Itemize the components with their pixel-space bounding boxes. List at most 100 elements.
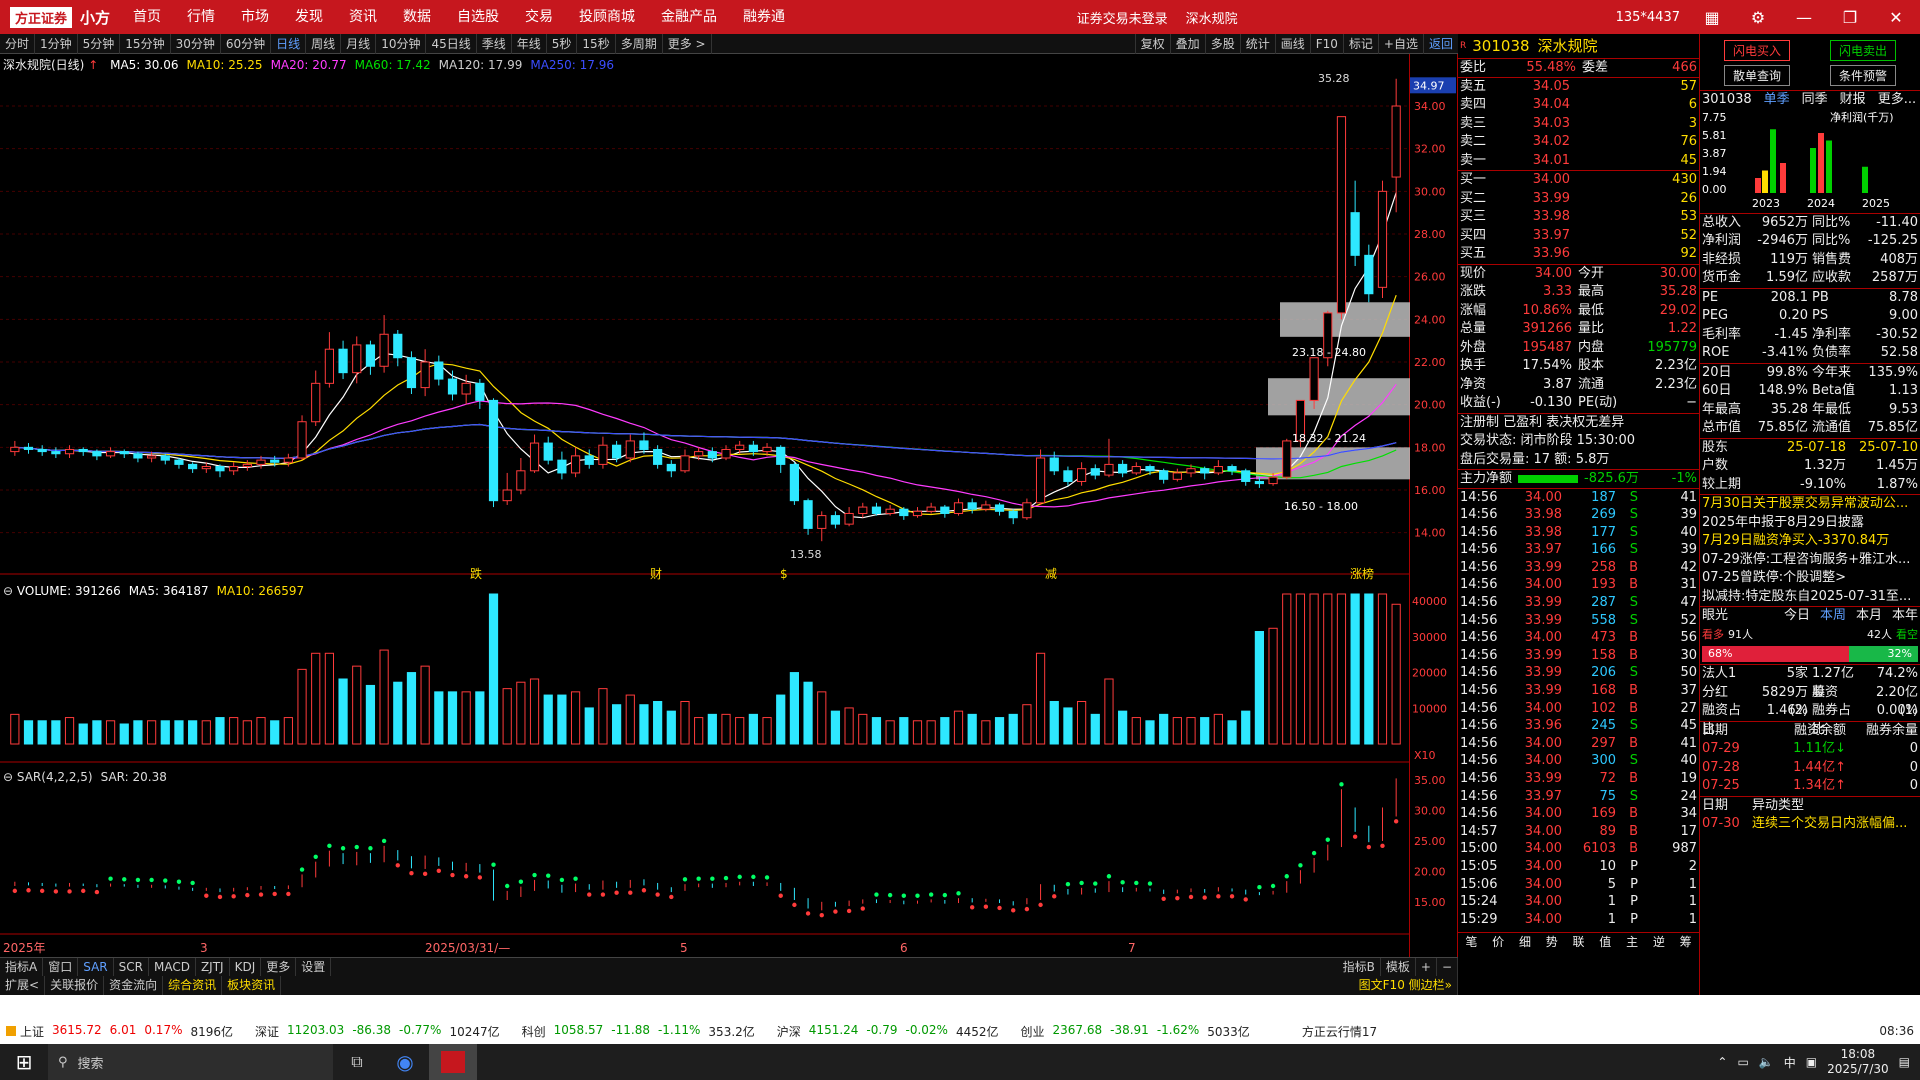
candle[interactable] <box>488 398 499 508</box>
candle[interactable] <box>434 355 444 386</box>
ticks-tab-8[interactable]: 筹 <box>1672 933 1699 950</box>
account-id[interactable]: 135*4437 <box>1616 10 1680 25</box>
candle[interactable] <box>51 447 61 458</box>
candle[interactable] <box>912 507 923 518</box>
candle[interactable] <box>447 370 458 401</box>
candle[interactable] <box>967 498 977 514</box>
net-profit-chart[interactable]: 7.75 5.81 3.87 1.94 0.00 净利润(千万) 2023 2024 2025 <box>1700 109 1920 210</box>
tray-up-icon[interactable]: ⌃ <box>1717 1055 1727 1069</box>
fin-tab-2[interactable]: 财报 <box>1840 91 1866 109</box>
candle[interactable] <box>1131 462 1141 476</box>
candle[interactable] <box>1077 462 1087 486</box>
candle[interactable] <box>393 330 403 367</box>
candle[interactable] <box>119 449 129 458</box>
period-tab-12[interactable]: 年线 <box>512 33 547 54</box>
indicator-tab-right-3[interactable]: − <box>1437 957 1458 977</box>
period-tab-10[interactable]: 45日线 <box>426 33 477 54</box>
candle[interactable] <box>1063 466 1073 486</box>
founder-app-icon[interactable] <box>429 1044 477 1080</box>
indicator-tab-7[interactable]: 更多 <box>261 957 297 977</box>
sentiment-tab-3[interactable]: 本年 <box>1892 607 1918 626</box>
period-tab-8[interactable]: 月线 <box>341 33 377 54</box>
nav-item-1[interactable]: 行情 <box>174 0 228 34</box>
login-status[interactable]: 证券交易未登录 <box>1077 8 1168 27</box>
toggle-icon[interactable]: ⊖ <box>3 770 17 784</box>
candle[interactable] <box>940 504 950 518</box>
nav-item-7[interactable]: 交易 <box>512 0 566 34</box>
candle[interactable] <box>830 511 841 529</box>
candle[interactable] <box>78 447 88 456</box>
candle[interactable] <box>1200 466 1210 480</box>
ticks-tab-6[interactable]: 主 <box>1619 933 1646 950</box>
extension-tab-2[interactable]: 资金流向 <box>104 976 164 995</box>
sentiment-tab-0[interactable]: 今日 <box>1784 607 1810 626</box>
nav-item-9[interactable]: 金融产品 <box>648 0 730 34</box>
candle[interactable] <box>242 460 252 471</box>
ticks-tab-2[interactable]: 细 <box>1512 933 1539 950</box>
candle[interactable] <box>1364 244 1374 303</box>
indicator-tab-right-1[interactable]: 模板 <box>1381 957 1416 977</box>
candle[interactable] <box>899 507 909 520</box>
candle[interactable] <box>406 351 417 394</box>
tool-2[interactable]: 多股 <box>1204 34 1240 54</box>
chrome-icon[interactable]: ◉ <box>381 1050 429 1074</box>
candle[interactable] <box>1227 464 1237 476</box>
candle[interactable] <box>653 445 663 469</box>
extension-tab-3[interactable]: 综合资讯 <box>163 976 223 995</box>
candle[interactable] <box>1282 438 1292 480</box>
candle[interactable] <box>1377 180 1388 298</box>
candle[interactable] <box>803 498 813 535</box>
indicator-tab-1[interactable]: 窗口 <box>43 957 79 977</box>
candle[interactable] <box>871 502 882 516</box>
nav-item-6[interactable]: 自选股 <box>444 0 512 34</box>
candle[interactable] <box>516 458 526 495</box>
period-tab-11[interactable]: 季线 <box>477 33 512 54</box>
gear-icon[interactable]: ⚙ <box>1744 8 1772 27</box>
ime-indicator[interactable]: 中 <box>1784 1054 1796 1071</box>
period-tab-1[interactable]: 1分钟 <box>35 33 78 54</box>
period-tab-15[interactable]: 多周期 <box>616 33 663 54</box>
candle[interactable] <box>105 447 116 458</box>
candle[interactable] <box>420 349 430 397</box>
candle[interactable] <box>297 415 307 461</box>
candle[interactable] <box>844 507 854 527</box>
volume-icon[interactable]: 🔈 <box>1759 1055 1774 1069</box>
extension-tab-0[interactable]: 扩展< <box>0 976 46 995</box>
fin-tab-3[interactable]: 更多... <box>1878 91 1916 109</box>
candle[interactable] <box>625 434 635 463</box>
candle[interactable] <box>1118 460 1128 478</box>
indicator-tab-5[interactable]: ZJTJ <box>196 957 230 977</box>
flash-buy-button[interactable]: 闪电买入 <box>1723 40 1790 61</box>
candle[interactable] <box>215 464 225 478</box>
candle[interactable] <box>1213 460 1223 476</box>
candle[interactable] <box>1159 468 1169 484</box>
nav-item-5[interactable]: 数据 <box>390 0 444 34</box>
fin-tab-1[interactable]: 同季 <box>1802 91 1828 109</box>
period-tab-3[interactable]: 15分钟 <box>120 33 171 54</box>
nav-item-0[interactable]: 首页 <box>120 0 174 34</box>
period-tab-16[interactable]: 更多 > <box>663 33 712 54</box>
candle[interactable] <box>529 434 540 473</box>
index-1[interactable]: 深证 11203.03 -86.38 -0.77% 10247亿 <box>255 1023 500 1040</box>
indicator-tab-0[interactable]: 指标A <box>0 957 44 977</box>
tool-7[interactable]: +自选 <box>1377 34 1423 54</box>
candle[interactable] <box>1172 468 1182 482</box>
candle[interactable] <box>10 440 20 456</box>
indicator-tab-8[interactable]: 设置 <box>296 957 332 977</box>
indicator-tab-2[interactable]: SAR <box>78 957 114 977</box>
candle[interactable] <box>379 315 389 373</box>
candle[interactable] <box>1104 438 1114 478</box>
indicator-tab-right-0[interactable]: 指标B <box>1338 957 1381 977</box>
tool-6[interactable]: 标记 <box>1342 34 1378 54</box>
order-query-button[interactable]: 散单查询 <box>1723 65 1790 86</box>
candle[interactable] <box>1008 509 1018 525</box>
alert-button[interactable]: 条件预警 <box>1829 65 1896 86</box>
candle[interactable] <box>1090 464 1100 480</box>
candle[interactable] <box>1022 498 1032 520</box>
ticks-tab-4[interactable]: 联 <box>1565 933 1592 950</box>
tool-5[interactable]: F10 <box>1309 34 1343 54</box>
candle[interactable] <box>1035 449 1046 505</box>
candle[interactable] <box>352 336 362 384</box>
candle[interactable] <box>338 340 348 380</box>
candle[interactable] <box>365 340 376 375</box>
